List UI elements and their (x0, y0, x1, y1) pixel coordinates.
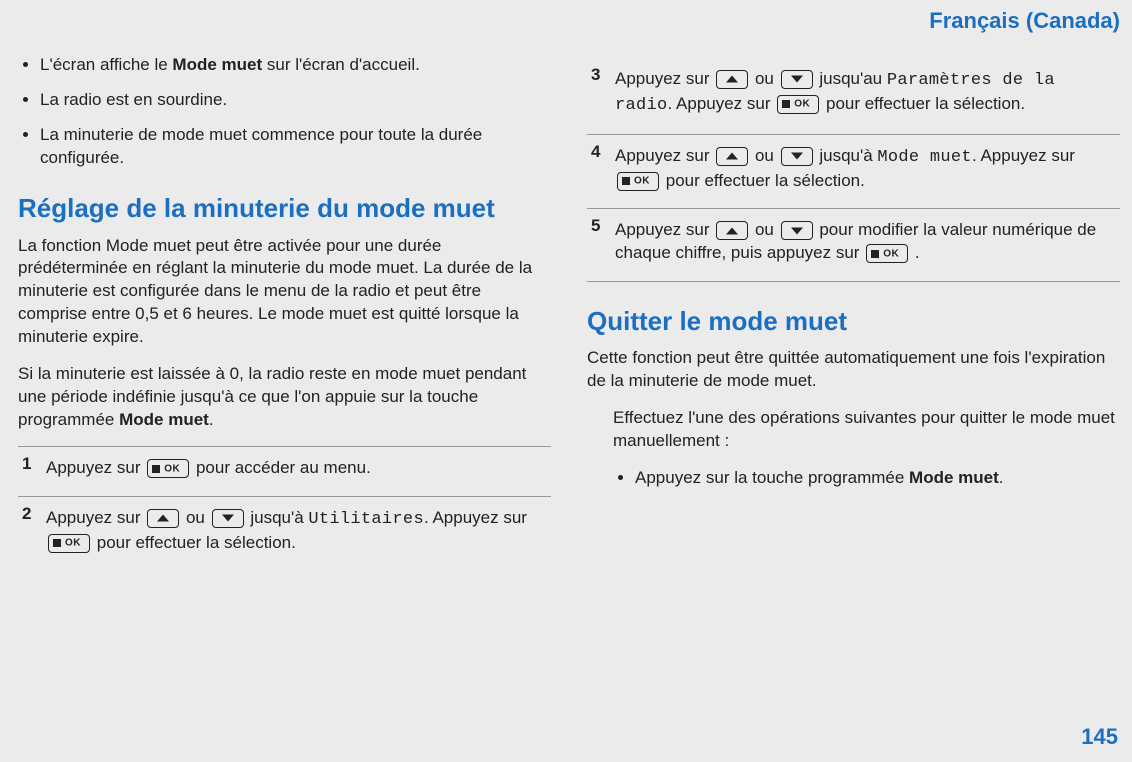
text: ou (186, 508, 210, 527)
text: Appuyez sur (46, 458, 145, 477)
text: ou (755, 220, 779, 239)
intro-bullets: L'écran affiche le Mode muet sur l'écran… (18, 54, 551, 170)
up-button-icon (716, 221, 748, 240)
ok-button-icon (866, 244, 908, 263)
text: Appuyez sur (615, 220, 714, 239)
down-button-icon (781, 70, 813, 89)
text: pour effectuer la sélection. (666, 171, 865, 190)
text: L'écran affiche le (40, 55, 172, 74)
right-column: 3 Appuyez sur ou jusqu'au Paramètres de … (587, 48, 1120, 571)
text: pour effectuer la sélection. (97, 533, 296, 552)
text: . Appuyez sur (424, 508, 527, 527)
list-item: Appuyez sur la touche programmée Mode mu… (635, 467, 1120, 490)
text: pour effectuer la sélection. (826, 94, 1025, 113)
language-header: Français (Canada) (0, 0, 1132, 36)
menu-path: Utilitaires (308, 510, 424, 529)
text: pour accéder au menu. (196, 458, 371, 477)
text: La minuterie de mode muet commence pour … (40, 125, 482, 167)
list-item: La minuterie de mode muet commence pour … (40, 124, 551, 170)
left-column: L'écran affiche le Mode muet sur l'écran… (18, 48, 551, 571)
text: Appuyez sur la touche programmée (635, 468, 909, 487)
ok-button-icon (48, 534, 90, 553)
text: ou (755, 146, 779, 165)
paragraph: Si la minuterie est laissée à 0, la radi… (18, 363, 551, 432)
down-button-icon (212, 509, 244, 528)
text: . Appuyez sur (668, 94, 776, 113)
text: . (915, 243, 920, 262)
step-4: 4 Appuyez sur ou jusqu'à Mode muet. Appu… (587, 134, 1120, 209)
list-item: La radio est en sourdine. (40, 89, 551, 112)
up-button-icon (716, 70, 748, 89)
down-button-icon (781, 147, 813, 166)
page-body: L'écran affiche le Mode muet sur l'écran… (0, 36, 1132, 579)
steps-list-cont: 3 Appuyez sur ou jusqu'au Paramètres de … (587, 58, 1120, 283)
paragraph: Cette fonction peut être quittée automat… (587, 347, 1120, 393)
paragraph: La fonction Mode muet peut être activée … (18, 235, 551, 350)
text: Appuyez sur (615, 146, 714, 165)
ok-button-icon (617, 172, 659, 191)
step-number: 4 (591, 141, 600, 164)
steps-list: 1 Appuyez sur pour accéder au menu. 2 Ap… (18, 446, 551, 571)
step-number: 1 (22, 453, 31, 476)
step-number: 5 (591, 215, 600, 238)
text: . Appuyez sur (972, 146, 1075, 165)
step-number: 3 (591, 64, 600, 87)
section-heading-exit: Quitter le mode muet (587, 304, 1120, 339)
text: Si la minuterie est laissée à 0, la radi… (18, 364, 526, 429)
text: La radio est en sourdine. (40, 90, 227, 109)
text: Appuyez sur (46, 508, 145, 527)
step-1: 1 Appuyez sur pour accéder au menu. (18, 446, 551, 496)
manual-exit-block: Effectuez l'une des opérations suivantes… (587, 407, 1120, 490)
text: jusqu'à (819, 146, 877, 165)
text: sur l'écran d'accueil. (262, 55, 420, 74)
text-bold: Mode muet (909, 468, 999, 487)
ok-button-icon (777, 95, 819, 114)
list-item: L'écran affiche le Mode muet sur l'écran… (40, 54, 551, 77)
section-heading-timer: Réglage de la minuterie du mode muet (18, 191, 551, 226)
text: Appuyez sur (615, 69, 714, 88)
text-bold: Mode muet (119, 410, 209, 429)
paragraph: Effectuez l'une des opérations suivantes… (613, 407, 1120, 453)
step-2: 2 Appuyez sur ou jusqu'à Utilitaires. Ap… (18, 496, 551, 571)
text: jusqu'à (250, 508, 308, 527)
ok-button-icon (147, 459, 189, 478)
text-bold: Mode muet (172, 55, 262, 74)
step-number: 2 (22, 503, 31, 526)
up-button-icon (716, 147, 748, 166)
exit-options: Appuyez sur la touche programmée Mode mu… (613, 467, 1120, 490)
page-number: 145 (1081, 722, 1118, 752)
text: jusqu'au (819, 69, 887, 88)
text: . (999, 468, 1004, 487)
menu-path: Mode muet (877, 148, 972, 167)
up-button-icon (147, 509, 179, 528)
down-button-icon (781, 221, 813, 240)
step-3: 3 Appuyez sur ou jusqu'au Paramètres de … (587, 58, 1120, 134)
text: ou (755, 69, 779, 88)
step-5: 5 Appuyez sur ou pour modifier la valeur… (587, 208, 1120, 282)
text: . (209, 410, 214, 429)
